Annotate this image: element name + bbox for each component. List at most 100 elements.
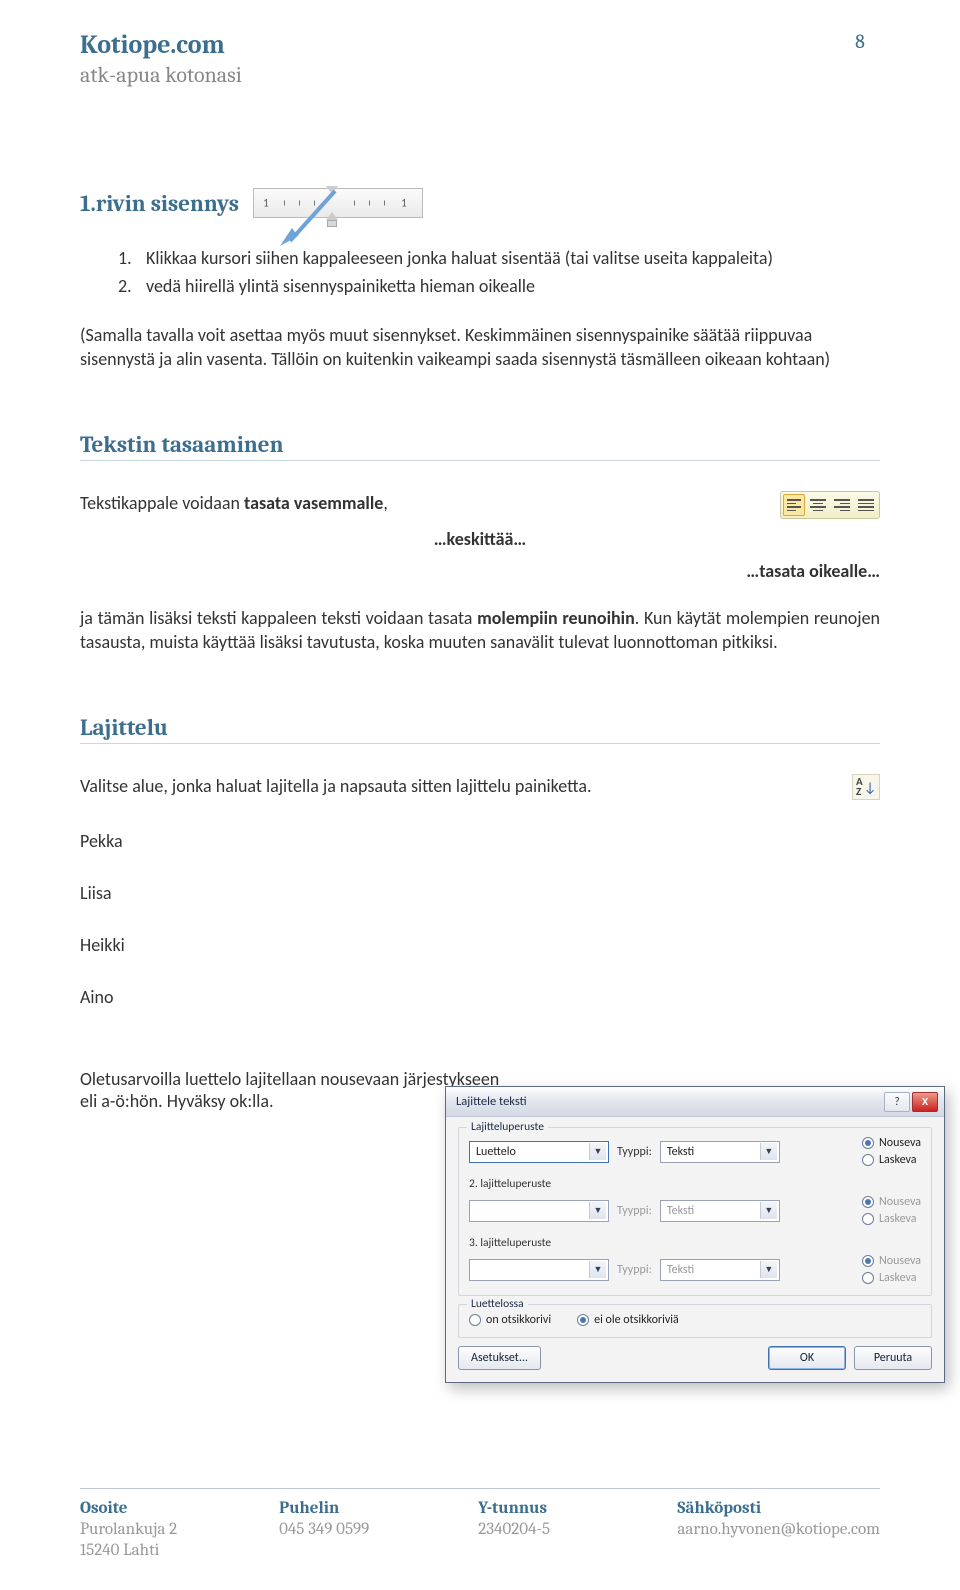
text-bold: molempiin reunoihin [477, 607, 635, 629]
align-center-text: …keskittää… [80, 527, 880, 551]
page-header: Kotiope.com atk-apua kotonasi 8 [80, 30, 880, 88]
ruler-num-right: 1 [401, 197, 407, 210]
type-dropdown[interactable]: Teksti▼ [660, 1141, 780, 1163]
radio-asc-3[interactable]: Nouseva [862, 1254, 921, 1268]
radio-label: Nouseva [879, 1136, 921, 1150]
type-dropdown-3[interactable]: Teksti▼ [660, 1259, 780, 1281]
chevron-down-icon: ▼ [589, 1202, 606, 1219]
sort-criteria-fieldset: Lajitteluperuste Luettelo▼ Tyyppi: Tekst… [458, 1127, 932, 1296]
close-button[interactable]: X [912, 1092, 938, 1112]
arrow-down-icon: ↓ [864, 779, 877, 796]
type-label: Tyyppi: [617, 1263, 652, 1277]
sort-icon-z: Z [856, 787, 863, 797]
list-item: 1. Klikkaa kursori siihen kappaleeseen j… [118, 246, 880, 270]
text-bold: tasata vasemmalle [244, 492, 383, 514]
page-number: 8 [840, 30, 880, 88]
chevron-down-icon: ▼ [760, 1261, 777, 1278]
site-subtitle: atk-apua kotonasi [80, 62, 820, 88]
text-span: ja tämän lisäksi teksti kappaleen teksti… [80, 607, 477, 629]
text-span: Tekstikappale voidaan [80, 492, 244, 514]
dropdown-value: Teksti [667, 1145, 694, 1159]
section-sort-title: Lajittelu [80, 714, 880, 744]
text-span: , [383, 492, 388, 514]
footer-heading: Puhelin [279, 1499, 478, 1518]
radio-no-header[interactable]: ei ole otsikkoriviä [577, 1313, 679, 1327]
type-label: Tyyppi: [617, 1145, 652, 1159]
footer-value: aarno.hyvonen@kotiope.com [677, 1520, 880, 1539]
list-number: 1. [118, 246, 146, 270]
indent-steps-list: 1. Klikkaa kursori siihen kappaleeseen j… [118, 246, 880, 299]
ruler-num-left: 1 [263, 197, 269, 210]
radio-icon [862, 1213, 874, 1225]
type-dropdown-2[interactable]: Teksti ▼ [660, 1200, 780, 1222]
list-item: Aino [80, 986, 880, 1008]
list-item: Heikki [80, 934, 880, 956]
radio-label: Laskeva [879, 1271, 916, 1285]
names-list: Pekka Liisa Heikki Aino [80, 830, 880, 1008]
section-align-title: Tekstin tasaaminen [80, 431, 880, 461]
indent-para: (Samalla tavalla voit asettaa myös muut … [80, 323, 880, 372]
align-justify-button[interactable] [855, 494, 877, 516]
dialog-titlebar[interactable]: Lajittele teksti ? X [446, 1087, 944, 1117]
align-center-button[interactable] [807, 494, 829, 516]
align-left-button[interactable] [783, 494, 805, 516]
sub-label-2: 2. lajitteluperuste [469, 1177, 921, 1191]
radio-desc[interactable]: Laskeva [862, 1153, 921, 1167]
alignment-toolbar [780, 491, 880, 519]
header-row-fieldset: Luettelossa on otsikkorivi ei ole otsikk… [458, 1304, 932, 1338]
sort-by-dropdown[interactable]: Luettelo ▼ [469, 1141, 609, 1163]
dropdown-value: Luettelo [476, 1145, 516, 1159]
cancel-button[interactable]: Peruuta [854, 1346, 932, 1370]
list-item: Pekka [80, 830, 880, 852]
chevron-down-icon: ▼ [760, 1202, 777, 1219]
section-indent-heading-row: 1.rivin sisennys 1 1 [80, 188, 880, 218]
chevron-down-icon: ▼ [589, 1143, 606, 1160]
radio-label: Nouseva [879, 1195, 921, 1209]
list-number: 2. [118, 274, 146, 298]
align-right-button[interactable] [831, 494, 853, 516]
fieldset-legend: Luettelossa [467, 1297, 528, 1311]
section-indent-title: 1.rivin sisennys [80, 190, 239, 217]
left-indent-marker [327, 220, 337, 227]
sub-label-3: 3. lajitteluperuste [469, 1236, 921, 1250]
radio-desc-3[interactable]: Laskeva [862, 1271, 921, 1285]
radio-label: Laskeva [879, 1153, 916, 1167]
radio-desc-2[interactable]: Laskeva [862, 1212, 921, 1226]
footer-value: 15240 Lahti [80, 1541, 279, 1560]
sort-intro: Valitse alue, jonka haluat lajitella ja … [80, 774, 852, 798]
align-left-text: Tekstikappale voidaan tasata vasemmalle, [80, 491, 388, 515]
site-title: Kotiope.com [80, 30, 820, 60]
sort-dialog: Lajittele teksti ? X Lajitteluperuste Lu… [445, 1086, 945, 1383]
radio-icon [862, 1255, 874, 1267]
radio-label: Nouseva [879, 1254, 921, 1268]
text-bold: …tasata oikealle… [746, 560, 880, 582]
list-text: Klikkaa kursori siihen kappaleeseen jonk… [146, 246, 773, 270]
radio-has-header[interactable]: on otsikkorivi [469, 1313, 551, 1327]
dropdown-value: Teksti [667, 1204, 694, 1218]
then-by-dropdown-2[interactable]: ▼ [469, 1200, 609, 1222]
first-line-indent-marker [326, 186, 338, 194]
help-button[interactable]: ? [884, 1092, 910, 1112]
list-text: vedä hiirellä ylintä sisennyspainiketta … [146, 274, 535, 298]
dialog-title: Lajittele teksti [456, 1094, 882, 1109]
ok-button[interactable]: OK [768, 1346, 846, 1370]
radio-icon [862, 1154, 874, 1166]
align-justify-para: ja tämän lisäksi teksti kappaleen teksti… [80, 606, 880, 655]
footer-value: 045 349 0599 [279, 1520, 478, 1539]
chevron-down-icon: ▼ [589, 1261, 606, 1278]
radio-label: Laskeva [879, 1212, 916, 1226]
text-bold: …keskittää… [434, 528, 526, 550]
radio-label: ei ole otsikkoriviä [594, 1313, 679, 1327]
sort-button-icon[interactable]: A Z ↓ [852, 774, 880, 800]
footer-value: Purolankuja 2 [80, 1520, 279, 1539]
radio-icon [862, 1137, 874, 1149]
list-item: 2. vedä hiirellä ylintä sisennyspainiket… [118, 274, 880, 298]
type-label: Tyyppi: [617, 1204, 652, 1218]
radio-asc[interactable]: Nouseva [862, 1136, 921, 1150]
footer-heading: Y-tunnus [478, 1499, 677, 1518]
then-by-dropdown-3[interactable]: ▼ [469, 1259, 609, 1281]
settings-button[interactable]: Asetukset... [458, 1346, 541, 1370]
radio-asc-2[interactable]: Nouseva [862, 1195, 921, 1209]
align-left-row: Tekstikappale voidaan tasata vasemmalle, [80, 491, 880, 519]
radio-icon [469, 1314, 481, 1326]
